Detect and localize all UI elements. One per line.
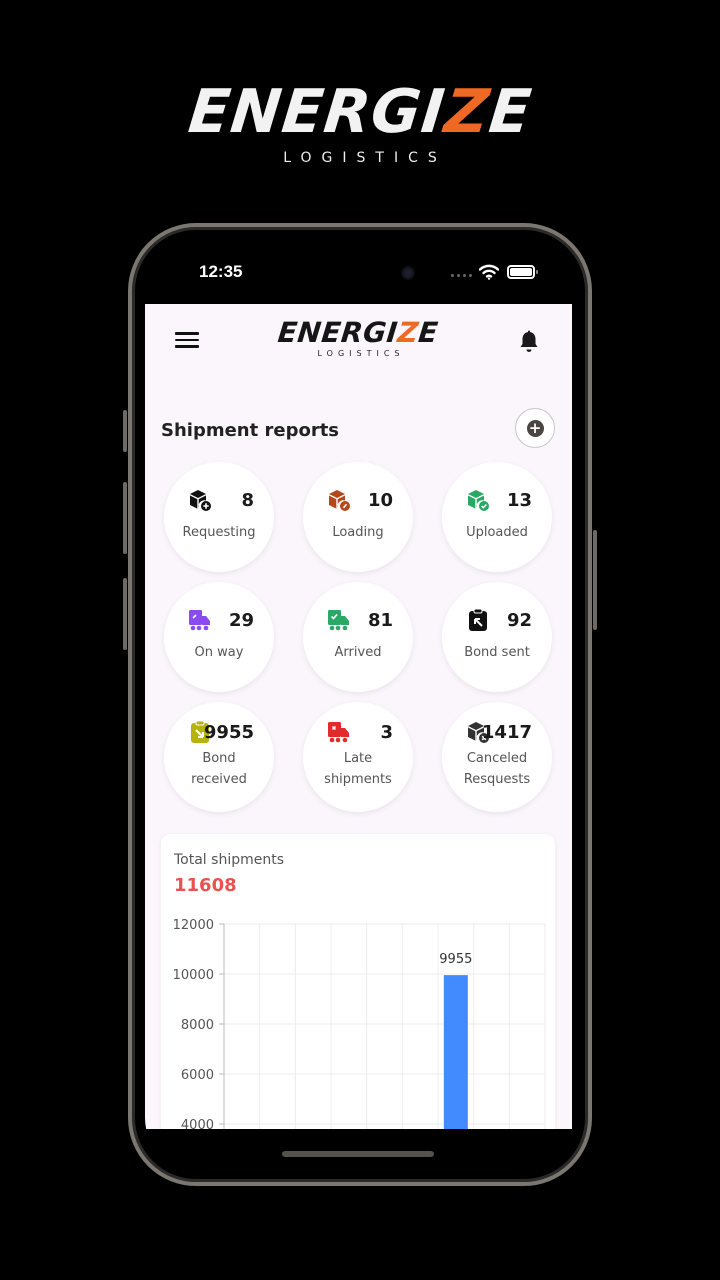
clipboard-arrow-up-icon [469,608,487,631]
app-screen: ENERGIZE LOGISTICS Shipment reports + 8 … [145,304,572,1129]
y-tick-label: 4000 [181,1118,214,1129]
report-count: 3 [380,722,393,743]
cellular-dots-icon [451,274,472,277]
report-count: 13 [506,490,532,511]
report-label: Requesting [182,525,256,540]
report-card-loading[interactable]: 10 Loading [303,462,413,572]
phone-screen: 12:35 ENERGIZE LOGISTICS Shipment report [145,240,575,1170]
report-count: 81 [367,610,393,631]
report-card-arrived[interactable]: 81 Arrived [303,582,413,692]
total-shipments-value: 11608 [174,875,237,896]
wifi-icon [479,264,499,280]
status-bar: 12:35 [145,240,575,304]
app-logo-tagline: LOGISTICS [317,349,405,358]
phone-volume-down-button [123,578,127,650]
box-loading-icon [329,490,350,511]
box-plus-icon [190,490,211,511]
box-check-icon [468,490,489,511]
report-label: Bond received [191,751,247,787]
battery-icon [507,265,538,279]
phone-action-button [123,410,127,452]
phone-volume-up-button [123,482,127,554]
front-camera [401,266,415,280]
report-label: Loading [332,525,384,540]
truck-alert-icon [328,722,349,743]
report-card-uploaded[interactable]: 13 Uploaded [442,462,552,572]
truck-moving-icon [189,610,210,631]
report-count: 10 [367,490,393,511]
report-count: 9955 [203,722,254,743]
report-card-requesting[interactable]: 8 Requesting [164,462,274,572]
report-label: On way [194,645,244,660]
section-header: Shipment reports + [145,396,572,462]
report-card-bond-sent[interactable]: 92 Bond sent [442,582,552,692]
report-count: 1417 [481,722,532,743]
truck-check-icon [328,610,349,631]
y-tick-label: 6000 [181,1068,214,1083]
report-card-late-shipments[interactable]: 3 Late shipments [303,702,413,812]
total-shipments-card: Total shipments 11608 4000 6000 8000 10000 1… [161,834,555,1129]
app-header: ENERGIZE LOGISTICS [145,304,572,376]
report-label: Uploaded [466,525,528,540]
app-logo-wordmark: ENERGIZE [276,316,441,349]
report-label: Bond sent [464,645,530,660]
y-tick-label: 12000 [173,918,214,933]
add-shipment-button[interactable]: + [515,408,555,448]
report-label: Late shipments [324,751,392,787]
brand-wordmark: ENERGIZE [185,77,535,147]
home-indicator[interactable] [282,1151,434,1157]
bar-data-label: 9955 [439,952,472,967]
section-title: Shipment reports [161,420,340,441]
report-card-canceled-requests[interactable]: 1417 Canceled Resquests [442,702,552,812]
report-count: 29 [228,610,254,631]
chart-bar [443,975,468,1129]
report-card-bond-received[interactable]: 9955 Bond received [164,702,274,812]
y-tick-label: 8000 [181,1018,214,1033]
app-logo: ENERGIZE LOGISTICS [145,316,572,358]
y-tick-label: 10000 [173,968,214,983]
report-count: 8 [241,490,254,511]
brand-logo: ENERGIZE LOGISTICS [0,77,720,166]
chart-title: Total shipments [174,852,284,868]
shipments-bar-chart: 4000 6000 8000 10000 12000 9955 [173,918,546,1129]
brand-tagline: LOGISTICS [283,150,447,166]
report-label: Arrived [334,645,382,660]
bell-icon[interactable] [518,330,540,354]
plus-circle-icon: + [526,419,544,437]
status-time: 12:35 [199,262,243,281]
report-card-on-way[interactable]: 29 On way [164,582,274,692]
report-label: Canceled Resquests [463,751,531,787]
report-count: 92 [506,610,532,631]
phone-power-button [593,530,597,630]
